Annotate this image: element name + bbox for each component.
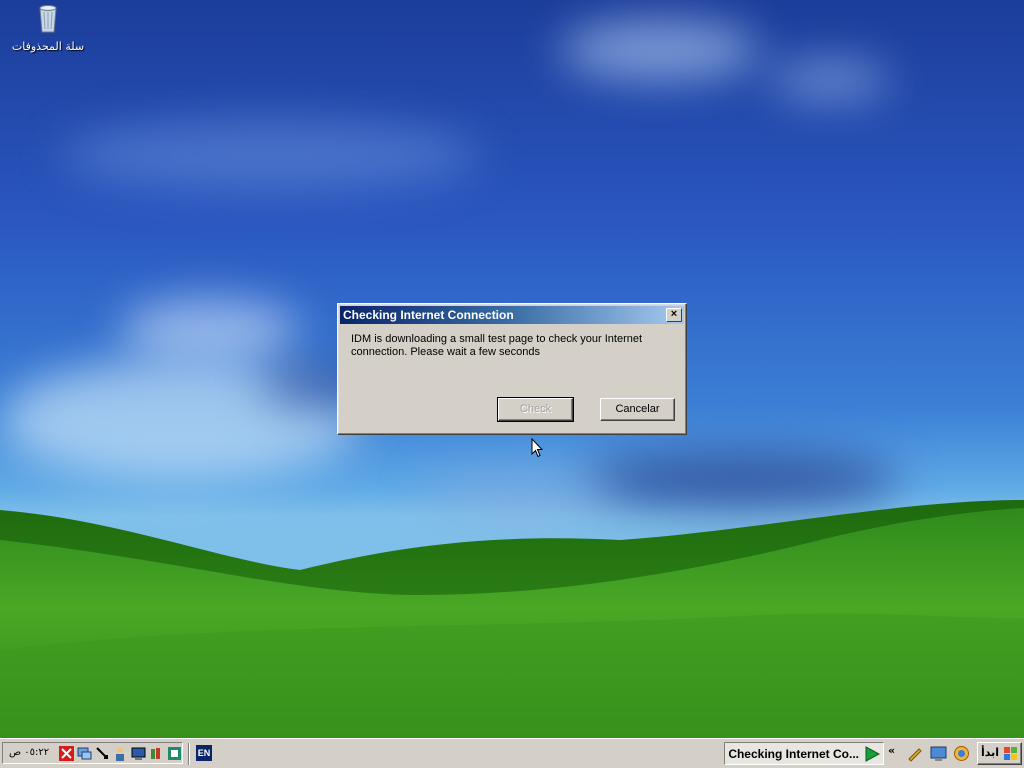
display-icon[interactable] (131, 746, 146, 761)
idm-play-icon (865, 746, 880, 762)
tool-icon[interactable] (906, 745, 923, 762)
recycle-bin-shortcut[interactable]: سلة المحذوفات (8, 2, 88, 53)
desktop-icon[interactable] (930, 745, 947, 762)
recycle-bin-icon (39, 5, 57, 33)
message-line-1: IDM is downloading a small test page to … (351, 333, 643, 345)
close-icon: × (670, 308, 678, 320)
recycle-bin-label: سلة المحذوفات (11, 40, 85, 53)
task-button-label: Checking Internet Co... (728, 747, 859, 761)
close-button[interactable]: × (666, 308, 682, 322)
books-icon[interactable] (149, 746, 164, 761)
clock[interactable]: ٠٥:٢٢ ص (9, 746, 49, 760)
message-line-2: connection. Please wait a few seconds (351, 346, 540, 358)
task-button-checking-connection[interactable]: Checking Internet Co... (724, 742, 884, 765)
green-hills (0, 500, 1024, 738)
shield-icon[interactable] (167, 746, 182, 761)
cloud (770, 60, 890, 100)
pointer-icon[interactable] (95, 746, 110, 761)
user-icon[interactable] (113, 746, 128, 761)
network-icon[interactable] (77, 746, 92, 761)
tray-separator (188, 743, 190, 765)
cancel-button[interactable]: Cancelar (600, 398, 675, 421)
idm-icon[interactable] (59, 746, 74, 761)
browser-icon[interactable] (953, 745, 970, 762)
cloud (560, 20, 760, 80)
start-label: ابدأ (981, 746, 1000, 759)
dialog-message: IDM is downloading a small test page to … (351, 333, 671, 359)
cloud (60, 120, 480, 190)
check-button[interactable]: Check (497, 397, 574, 422)
checking-connection-dialog: Checking Internet Connection × IDM is do… (337, 303, 687, 435)
desktop: سلة المحذوفات Checking Internet Connecti… (0, 0, 1024, 738)
dialog-titlebar[interactable]: Checking Internet Connection × (340, 306, 684, 324)
start-button[interactable]: ابدأ (977, 742, 1022, 765)
quick-launch-chevron-icon[interactable]: « (888, 744, 895, 757)
dialog-title: Checking Internet Connection (343, 308, 514, 322)
cloud (120, 300, 300, 360)
system-tray: ٠٥:٢٢ ص (2, 742, 183, 764)
mouse-cursor-icon (531, 438, 543, 458)
taskbar: ٠٥:٢٢ ص EN Checking Internet Co... « ابد… (0, 738, 1024, 768)
language-indicator[interactable]: EN (196, 745, 212, 761)
windows-logo-icon (1004, 747, 1017, 760)
